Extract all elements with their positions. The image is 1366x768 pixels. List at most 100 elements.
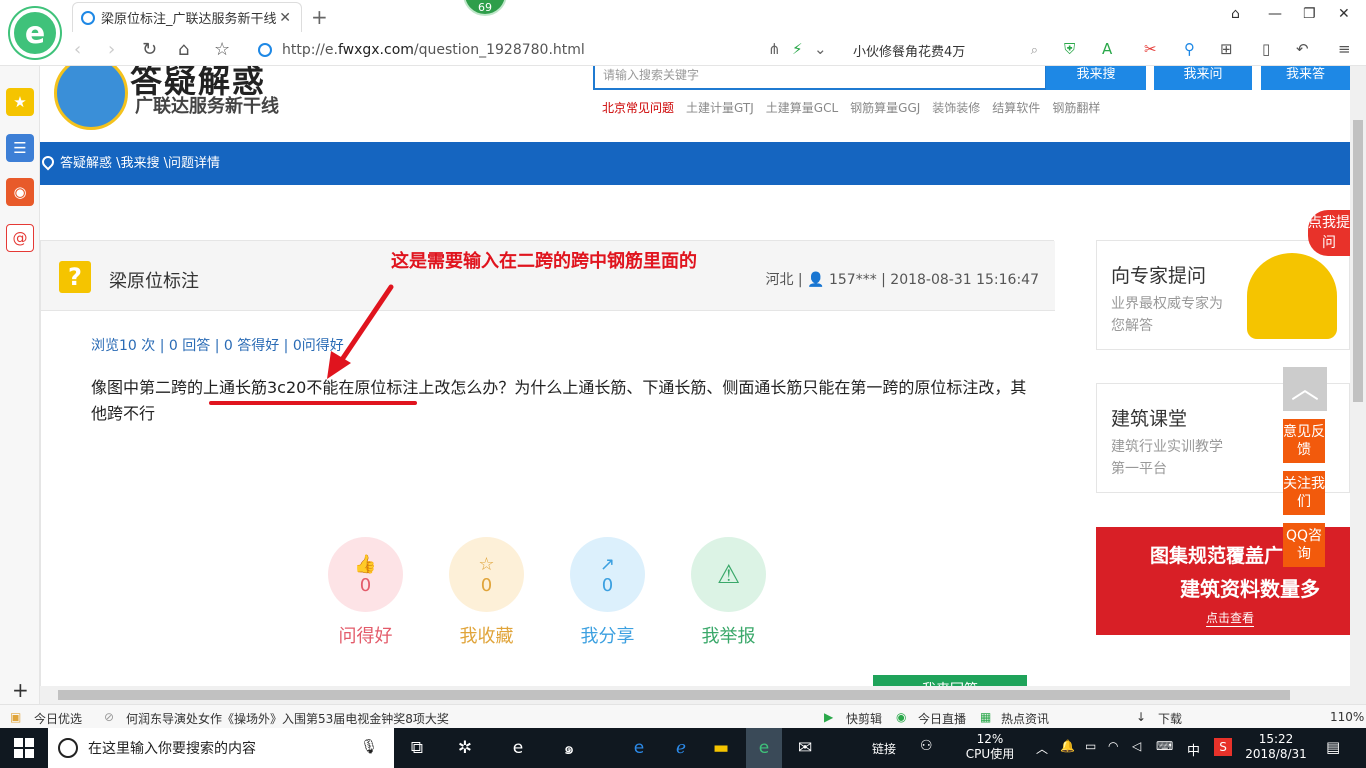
- file-explorer-icon[interactable]: ▬: [708, 736, 734, 760]
- search-icon[interactable]: ⌕: [1031, 43, 1038, 58]
- weibo-icon[interactable]: ◉: [6, 178, 34, 206]
- search-button[interactable]: 我来搜: [1046, 66, 1146, 90]
- notification-bell-icon[interactable]: 🔔: [1060, 739, 1075, 753]
- site-search-input[interactable]: 请输入搜索关键字: [593, 66, 1047, 90]
- home-icon[interactable]: ⌂: [178, 39, 189, 60]
- downloads[interactable]: 下载: [1158, 710, 1182, 727]
- news-list-icon[interactable]: ☰: [6, 134, 34, 162]
- news-ticker[interactable]: 何润东导演处女作《操场外》入围第53届电视金钟奖8项大奖: [126, 710, 449, 727]
- write-answer-button[interactable]: 我来回答: [873, 675, 1027, 686]
- taskbar-search-input[interactable]: 在这里输入你要搜索的内容 🎙: [48, 728, 394, 768]
- ime-indicator[interactable]: 中: [1187, 740, 1200, 759]
- volume-icon[interactable]: ◁: [1132, 739, 1141, 753]
- zoom-level[interactable]: 110%: [1330, 710, 1364, 724]
- action-label[interactable]: 我举报: [691, 622, 766, 648]
- category-link[interactable]: 土建计量GTJ: [686, 99, 754, 116]
- ie-icon[interactable]: ℯ: [668, 736, 694, 760]
- scroll-thumb[interactable]: [1353, 120, 1363, 402]
- feedback-button[interactable]: 意见反馈: [1283, 419, 1325, 463]
- close-window-button[interactable]: ✕: [1338, 6, 1350, 22]
- apps-grid-icon[interactable]: ⊞: [1220, 40, 1233, 58]
- minimize-button[interactable]: —: [1268, 6, 1282, 22]
- browser-search-input[interactable]: 小伙修餐角花费4万 ⌕: [843, 38, 1038, 62]
- action-label[interactable]: 问得好: [328, 622, 403, 648]
- today-live[interactable]: 今日直播: [918, 710, 966, 727]
- cpu-monitor[interactable]: 12% CPU使用: [960, 732, 1020, 762]
- mail-icon[interactable]: ✉: [792, 736, 818, 760]
- back-to-top-icon[interactable]: ︿: [1283, 367, 1327, 411]
- ask-corner-bubble[interactable]: 点我提问: [1308, 210, 1350, 256]
- task-view-icon[interactable]: ⧉: [404, 736, 430, 760]
- refresh-icon[interactable]: ↻: [142, 39, 157, 60]
- links-toolbar[interactable]: 链接: [872, 740, 896, 757]
- share-circle[interactable]: ↗ 0: [570, 537, 645, 612]
- banner-link[interactable]: 点击查看: [1206, 609, 1255, 627]
- thumbs-up-circle[interactable]: 👍 0: [328, 537, 403, 612]
- address-bar[interactable]: http://e. fwxgx.com/question_1928780.html: [258, 38, 762, 62]
- category-link[interactable]: 装饰装修: [932, 99, 980, 116]
- translate-icon[interactable]: A: [1102, 40, 1112, 58]
- new-tab-button[interactable]: +: [311, 5, 328, 29]
- hot-news[interactable]: 热点资讯: [1001, 710, 1049, 727]
- browser-logo-icon[interactable]: e: [10, 8, 60, 58]
- site-brand[interactable]: 答疑解惑 广联达服务新干线: [40, 66, 340, 136]
- favorites-star-icon[interactable]: ★: [6, 88, 34, 116]
- reader-icon[interactable]: ▯: [1262, 40, 1270, 58]
- favorite-action[interactable]: ☆ 0 我收藏: [449, 537, 524, 648]
- edge-icon[interactable]: e: [626, 736, 652, 760]
- horizontal-scrollbar[interactable]: [40, 686, 1366, 704]
- back-icon[interactable]: ‹: [74, 39, 81, 60]
- share-icon[interactable]: ⋔: [768, 40, 781, 58]
- battery-icon[interactable]: ▭: [1085, 739, 1096, 753]
- qq-consult-button[interactable]: QQ咨询: [1283, 523, 1325, 567]
- scroll-thumb[interactable]: [58, 690, 1290, 700]
- ask-button[interactable]: 我来问: [1154, 66, 1252, 90]
- undo-icon[interactable]: ↶: [1296, 40, 1309, 58]
- forward-icon[interactable]: ›: [108, 39, 115, 60]
- report-action[interactable]: ⚠ 我举报: [691, 537, 766, 648]
- ask-expert-card[interactable]: 向专家提问 业界最权威专家为您解答: [1096, 240, 1350, 350]
- microphone-icon[interactable]: 🎙: [360, 739, 378, 755]
- scissors-icon[interactable]: ✂: [1144, 40, 1157, 58]
- action-label[interactable]: 我收藏: [449, 622, 524, 648]
- answer-top-button[interactable]: 我来答: [1261, 66, 1350, 90]
- vertical-scrollbar[interactable]: [1350, 66, 1366, 686]
- follow-us-button[interactable]: 关注我们: [1283, 471, 1325, 515]
- ie-browser-icon[interactable]: e: [505, 736, 531, 760]
- keyboard-icon[interactable]: ⌨: [1156, 739, 1173, 753]
- category-link[interactable]: 土建算量GCL: [766, 99, 838, 116]
- shield-icon[interactable]: ⛨: [1064, 40, 1075, 58]
- menu-icon[interactable]: ≡: [1338, 40, 1351, 58]
- spiral-app-icon[interactable]: ๑: [556, 736, 582, 760]
- action-label[interactable]: 我分享: [570, 622, 645, 648]
- sogou-ime-icon[interactable]: S: [1214, 738, 1232, 756]
- tab-close-icon[interactable]: ✕: [279, 10, 291, 26]
- shirt-skin-icon[interactable]: ⌂: [1231, 6, 1240, 22]
- favorite-star-icon[interactable]: ☆: [214, 39, 230, 60]
- system-clock[interactable]: 15:22 2018/8/31: [1244, 732, 1308, 762]
- notification-badge[interactable]: 69: [463, 0, 507, 16]
- tray-expand-icon[interactable]: ︿: [1036, 740, 1048, 757]
- action-center-icon[interactable]: ▤: [1326, 738, 1340, 756]
- add-sidebar-icon[interactable]: +: [12, 678, 29, 702]
- quick-clip[interactable]: 快剪辑: [846, 710, 882, 727]
- category-link[interactable]: 钢筋算量GGJ: [850, 99, 920, 116]
- category-link[interactable]: 北京常见问题: [602, 99, 674, 116]
- people-icon[interactable]: ⚇: [920, 738, 933, 754]
- magnifier-tool-icon[interactable]: ⚲: [1184, 40, 1195, 58]
- tab-current[interactable]: 梁原位标注_广联达服务新干线 ✕: [72, 2, 302, 32]
- report-circle[interactable]: ⚠: [691, 537, 766, 612]
- favorite-circle[interactable]: ☆ 0: [449, 537, 524, 612]
- good-question-action[interactable]: 👍 0 问得好: [328, 537, 403, 648]
- today-picks[interactable]: 今日优选: [34, 710, 82, 727]
- category-link[interactable]: 结算软件: [992, 99, 1040, 116]
- restore-button[interactable]: ❐: [1303, 6, 1316, 22]
- share-action[interactable]: ↗ 0 我分享: [570, 537, 645, 648]
- browser-360-icon[interactable]: e: [746, 728, 782, 768]
- category-link[interactable]: 钢筋翻样: [1052, 99, 1100, 116]
- pinwheel-app-icon[interactable]: ✲: [452, 736, 478, 760]
- chevron-down-icon[interactable]: ⌄: [814, 40, 827, 58]
- wifi-icon[interactable]: ◠: [1108, 739, 1118, 753]
- gift-icon[interactable]: ▣: [10, 710, 21, 724]
- windows-start-icon[interactable]: [14, 738, 34, 758]
